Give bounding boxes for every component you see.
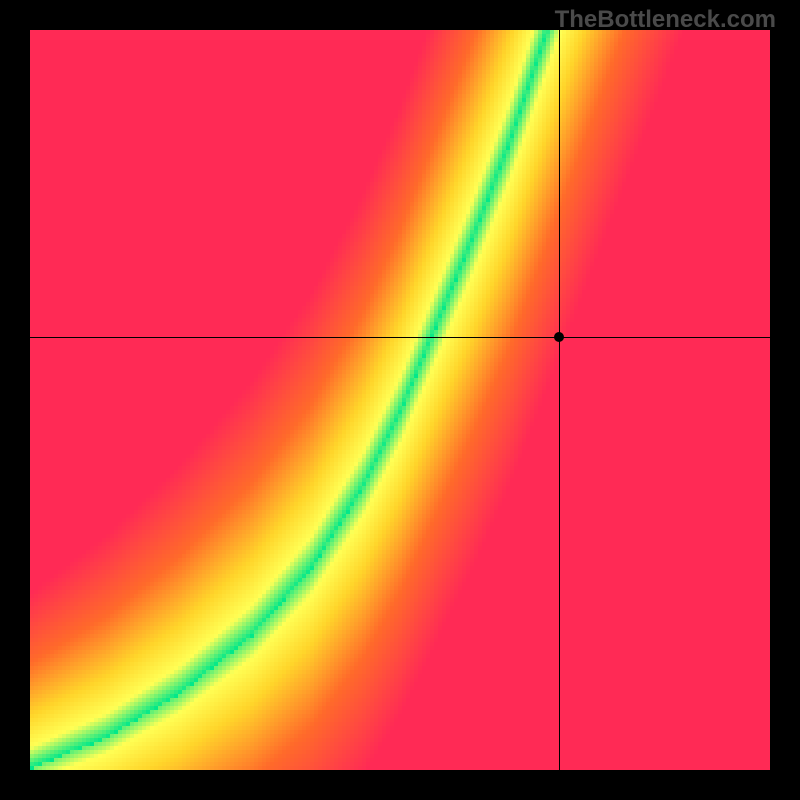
- crosshair-vertical: [559, 30, 560, 770]
- plot-area: [30, 30, 770, 770]
- crosshair-horizontal: [30, 337, 770, 338]
- heatmap-canvas: [30, 30, 770, 770]
- watermark-text: TheBottleneck.com: [555, 6, 776, 34]
- chart-container: TheBottleneck.com: [0, 0, 800, 800]
- marker-dot: [554, 332, 564, 342]
